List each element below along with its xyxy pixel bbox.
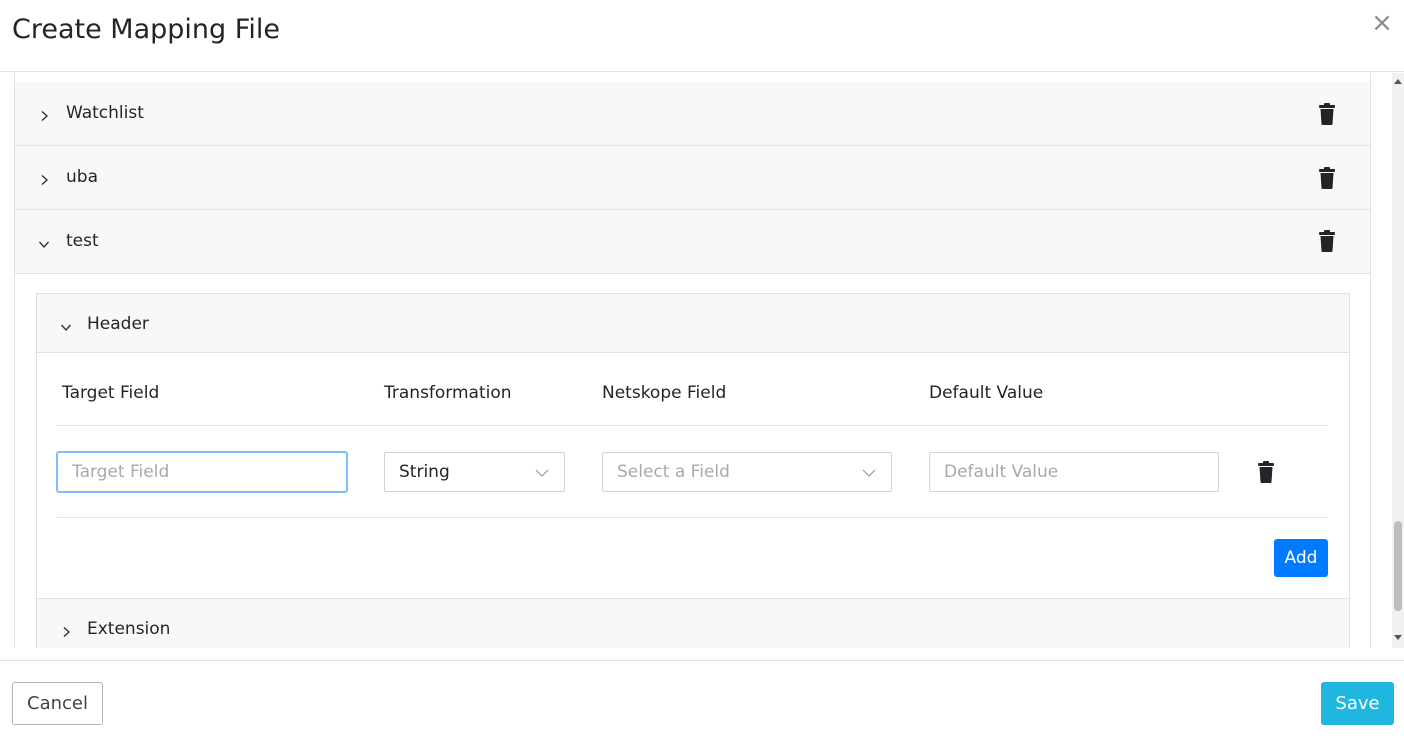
modal-footer: Cancel Save: [0, 660, 1404, 736]
col-netskope-field: Netskope Field: [602, 383, 727, 403]
cancel-button[interactable]: Cancel: [12, 682, 103, 725]
modal-body: Watchlist uba test Header Target Field T…: [0, 73, 1404, 648]
trash-icon[interactable]: [1318, 230, 1336, 252]
divider: [57, 517, 1328, 518]
default-value-input[interactable]: [929, 452, 1219, 492]
col-transformation: Transformation: [384, 383, 512, 403]
save-button[interactable]: Save: [1321, 682, 1394, 725]
section-label: test: [66, 231, 99, 251]
panel-extension[interactable]: Extension: [37, 598, 1349, 648]
test-section-body: Header Target Field Transformation Netsk…: [36, 293, 1350, 648]
trash-icon[interactable]: [1318, 103, 1336, 125]
section-watchlist[interactable]: Watchlist: [15, 82, 1370, 146]
scroll-up-icon[interactable]: [1394, 79, 1402, 84]
chevron-right-icon[interactable]: [36, 108, 52, 124]
section-test[interactable]: test: [15, 210, 1370, 274]
chevron-down-icon: [861, 465, 877, 481]
col-default-value: Default Value: [929, 383, 1044, 403]
modal-title: Create Mapping File: [12, 14, 280, 45]
panel-header[interactable]: Header: [37, 294, 1349, 353]
transformation-value: String: [399, 462, 450, 482]
divider: [57, 425, 1328, 426]
netskope-field-select[interactable]: Select a Field: [602, 452, 892, 492]
transformation-select[interactable]: String: [384, 452, 565, 492]
chevron-down-icon: [534, 465, 550, 481]
chevron-down-icon[interactable]: [58, 319, 74, 335]
chevron-down-icon[interactable]: [36, 236, 52, 252]
chevron-right-icon[interactable]: [36, 172, 52, 188]
scrollbar[interactable]: [1392, 73, 1404, 648]
scrollbar-thumb[interactable]: [1394, 521, 1402, 611]
close-icon[interactable]: ×: [1370, 8, 1394, 38]
trash-icon[interactable]: [1318, 167, 1336, 189]
panel-header-label: Header: [87, 314, 149, 334]
netskope-field-placeholder: Select a Field: [617, 462, 730, 482]
scroll-down-icon[interactable]: [1394, 635, 1402, 640]
target-field-input[interactable]: [57, 452, 347, 492]
trash-icon[interactable]: [1257, 461, 1275, 483]
panel-extension-label: Extension: [87, 619, 171, 639]
modal-header: Create Mapping File ×: [0, 0, 1404, 72]
add-button[interactable]: Add: [1274, 539, 1328, 577]
chevron-right-icon[interactable]: [58, 624, 74, 640]
section-label: uba: [66, 167, 98, 187]
col-target-field: Target Field: [62, 383, 160, 403]
section-label: Watchlist: [66, 103, 144, 123]
mapping-sections: Watchlist uba test Header Target Field T…: [14, 73, 1371, 648]
section-uba[interactable]: uba: [15, 146, 1370, 210]
